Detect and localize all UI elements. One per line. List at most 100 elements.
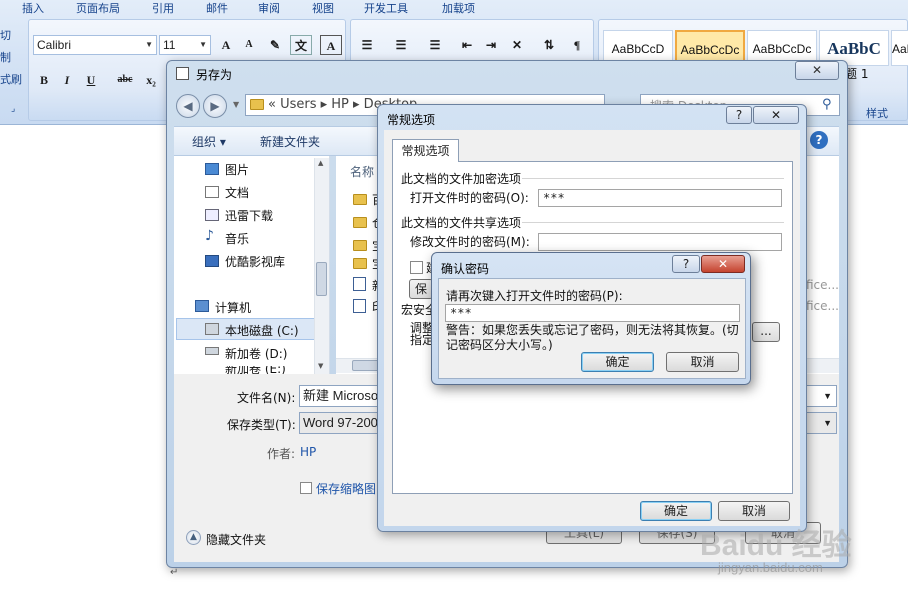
confirm-close-button[interactable]: ✕ (701, 255, 745, 273)
word-doc-icon (353, 277, 366, 291)
pictures-icon (205, 163, 219, 175)
nav-item-youku[interactable]: 优酷影视库 (225, 253, 285, 270)
subscript-button[interactable]: x₂ (140, 70, 162, 90)
tab-mailings[interactable]: 邮件 (206, 0, 228, 16)
modify-password-label: 修改文件时的密码(M): (410, 235, 530, 249)
confirm-password-warning: 警告：如果您丢失或忘记了密码，则无法将其恢复。(切记密码区分大小写。) (446, 323, 739, 352)
tab-general-options[interactable]: 常规选项 (392, 139, 459, 162)
chinese-layout-icon[interactable]: ✕ (506, 35, 528, 55)
scroll-down-icon[interactable]: ▼ (318, 362, 323, 370)
chevron-down-icon[interactable]: ▼ (823, 413, 832, 433)
folder-icon (353, 240, 367, 251)
save-thumbnail-label[interactable]: 保存缩略图 (316, 480, 376, 497)
protect-document-button[interactable]: 保 (409, 279, 433, 299)
search-icon[interactable]: ⚲ (822, 97, 832, 112)
styles-group-label: 样式 (866, 107, 888, 120)
style-tile-heading2[interactable]: AaBb (891, 30, 908, 66)
nav-item-drive-d[interactable]: 新加卷 (D:) (225, 345, 287, 362)
chevron-down-icon[interactable]: ▼ (823, 386, 832, 406)
strikethrough-button[interactable]: abc (114, 70, 136, 90)
word-icon (176, 67, 189, 80)
scroll-up-icon[interactable]: ▲ (318, 159, 323, 167)
author-value[interactable]: HP (300, 445, 316, 459)
show-marks-icon[interactable]: ¶ (566, 35, 588, 55)
read-only-checkbox[interactable] (410, 261, 423, 274)
confirm-cancel-button[interactable]: 取消 (666, 352, 739, 372)
tab-view[interactable]: 视图 (312, 0, 334, 16)
confirm-password-field[interactable]: *** (445, 304, 740, 322)
underline-button[interactable]: U (80, 70, 102, 90)
tab-insert[interactable]: 插入 (22, 0, 44, 16)
general-cancel-button[interactable]: 取消 (718, 501, 790, 521)
computer-icon (195, 300, 209, 312)
general-close-button[interactable]: ✕ (753, 106, 799, 124)
numbering-icon[interactable]: ☰ (390, 35, 412, 55)
nav-item-local-disk-c[interactable]: 本地磁盘 (C:) (225, 322, 299, 339)
multilevel-list-icon[interactable]: ☰ (424, 35, 446, 55)
file-type-cut: fice... (806, 299, 839, 313)
tab-addins[interactable]: 加载项 (442, 0, 475, 16)
ribbon-copy-label[interactable]: 制 (0, 49, 11, 65)
chevron-down-icon: ▼ (145, 40, 153, 49)
folder-icon (353, 217, 367, 228)
font-size-combo[interactable]: 11 ▼ (159, 35, 211, 55)
bold-button[interactable]: B (33, 70, 55, 90)
nav-item-music[interactable]: 音乐 (225, 230, 249, 247)
char-border-button[interactable]: A (320, 35, 342, 55)
tab-references[interactable]: 引用 (152, 0, 174, 16)
font-size-value: 11 (163, 38, 176, 52)
open-password-field[interactable]: *** (538, 189, 782, 207)
style-tile-heading1-label: 题 1 (845, 67, 869, 81)
confirm-password-title: 确认密码 (441, 262, 490, 276)
save-type-label: 保存类型(T): (227, 418, 296, 432)
clear-format-button[interactable]: ✎ (264, 35, 286, 55)
confirm-help-button[interactable]: ? (672, 255, 700, 273)
forward-arrow-icon[interactable]: ▶ (203, 94, 227, 118)
increase-indent-icon[interactable]: ⇥ (480, 35, 502, 55)
nav-item-documents[interactable]: 文档 (225, 184, 249, 201)
modify-password-field[interactable] (538, 233, 782, 251)
save-thumbnail-checkbox[interactable] (300, 482, 312, 494)
phonetic-guide-button[interactable]: 文 (290, 35, 312, 55)
general-help-button[interactable]: ? (726, 106, 752, 124)
share-section-title: 此文档的文件共享选项 (401, 216, 522, 230)
organize-button[interactable]: 组织 ▾ (192, 133, 226, 150)
recent-dropdown-icon[interactable]: ▼ (233, 100, 239, 109)
italic-button[interactable]: I (56, 70, 78, 90)
nav-item-computer[interactable]: 计算机 (215, 299, 251, 316)
confirm-ok-button[interactable]: 确定 (581, 352, 654, 372)
bullets-icon[interactable]: ☰ (356, 35, 378, 55)
tab-review[interactable]: 审阅 (258, 0, 280, 16)
general-ok-button[interactable]: 确定 (640, 501, 712, 521)
help-icon[interactable]: ? (810, 131, 828, 149)
return-mark-icon: ↵ (170, 567, 179, 578)
tab-developer[interactable]: 开发工具 (364, 0, 408, 16)
music-icon: ♪ (205, 228, 214, 244)
sort-icon[interactable]: ⇅ (538, 35, 560, 55)
save-as-close-button[interactable]: ✕ (795, 61, 839, 80)
new-folder-button[interactable]: 新建文件夹 (260, 133, 320, 150)
back-arrow-icon[interactable]: ◀ (176, 94, 200, 118)
hide-folders-button[interactable]: 隐藏文件夹 (206, 531, 266, 548)
chevron-up-icon[interactable]: ▲ (186, 530, 201, 545)
general-options-title: 常规选项 (387, 113, 436, 127)
author-label: 作者: (267, 447, 296, 461)
folder-icon (250, 99, 264, 110)
nav-item-xunlei[interactable]: 迅雷下载 (225, 207, 273, 224)
file-type-cut: fice... (806, 278, 839, 292)
nav-scroll-thumb[interactable] (316, 262, 327, 296)
font-name-value: Calibri (37, 38, 72, 52)
column-header-name[interactable]: 名称 (350, 163, 374, 180)
nav-item-drive-e[interactable]: 新加卷 (E:) (225, 366, 286, 374)
nav-item-pictures[interactable]: 图片 (225, 161, 249, 178)
ribbon-format-painter-label[interactable]: 式刷 (0, 71, 22, 87)
shrink-font-button[interactable]: A (238, 35, 260, 55)
decrease-indent-icon[interactable]: ⇤ (456, 35, 478, 55)
tab-page-layout[interactable]: 页面布局 (76, 0, 120, 16)
ribbon-cut-label[interactable]: 切 (0, 27, 11, 43)
font-name-combo[interactable]: Calibri ▼ (33, 35, 157, 55)
word-doc-icon (353, 299, 366, 313)
clipboard-launcher-icon[interactable]: ⌟ (11, 104, 15, 114)
grow-font-button[interactable]: A (215, 35, 237, 55)
macro-security-button[interactable]: ... (752, 322, 780, 342)
